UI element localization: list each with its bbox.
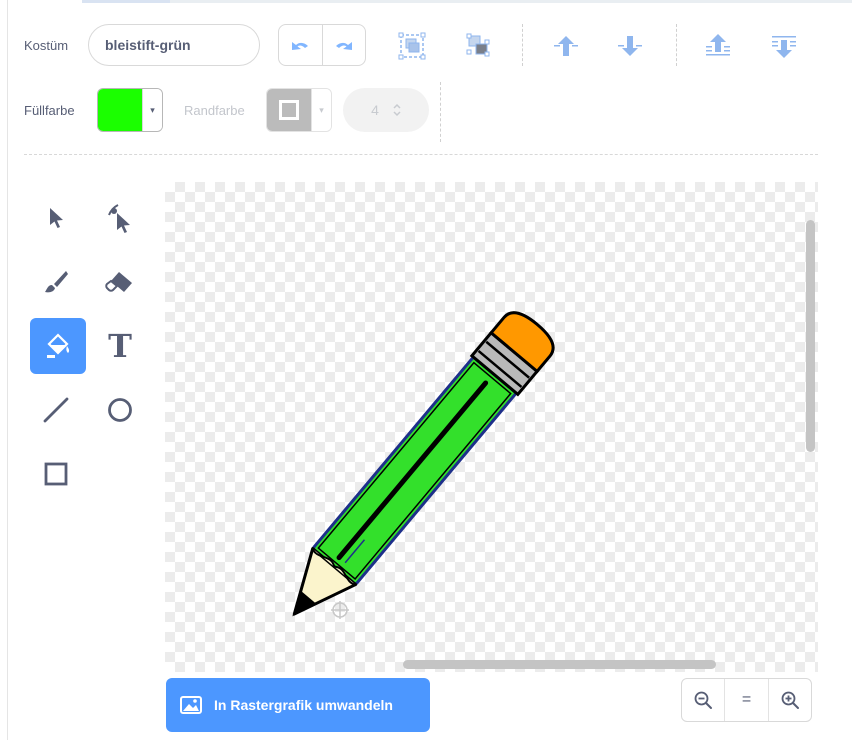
back-button[interactable] xyxy=(766,28,802,64)
front-button[interactable] xyxy=(700,28,736,64)
fill-color-picker[interactable]: ▾ xyxy=(97,88,163,132)
fill-color-swatch[interactable] xyxy=(98,89,142,131)
costume-toolbar: Kostüm bleistift-grün xyxy=(24,22,824,68)
zoom-out-button[interactable] xyxy=(682,679,724,721)
select-arrow-icon xyxy=(50,208,63,228)
zoom-in-icon xyxy=(781,691,799,709)
forward-icon xyxy=(554,36,578,56)
section-divider xyxy=(24,154,818,155)
redo-icon xyxy=(335,42,352,50)
toolbar-divider xyxy=(440,82,441,142)
eraser-tool[interactable] xyxy=(92,254,148,310)
convert-to-bitmap-button[interactable]: In Rastergrafik umwandeln xyxy=(166,678,430,732)
pencil-drawing[interactable] xyxy=(165,182,818,672)
group-button[interactable] xyxy=(394,28,430,64)
stroke-width-input[interactable]: 4 xyxy=(343,88,429,132)
undo-icon xyxy=(292,42,309,50)
fill-bucket-icon xyxy=(47,333,70,358)
undo-redo-group xyxy=(278,24,366,66)
brush-tool[interactable] xyxy=(28,254,84,310)
circle-icon xyxy=(108,398,132,422)
reshape-tool[interactable] xyxy=(92,190,148,246)
zoom-controls: = xyxy=(681,678,812,722)
outline-color-swatch[interactable] xyxy=(267,89,311,131)
rectangle-tool[interactable] xyxy=(28,446,84,502)
costume-label: Kostüm xyxy=(24,38,69,53)
ungroup-icon xyxy=(466,33,490,57)
chevron-down-icon[interactable]: ▾ xyxy=(311,89,331,131)
zoom-in-button[interactable] xyxy=(767,679,811,721)
paint-canvas[interactable] xyxy=(165,182,818,672)
horizontal-scrollbar[interactable] xyxy=(403,660,716,669)
stroke-width-value: 4 xyxy=(371,102,379,118)
backward-icon xyxy=(618,36,642,56)
chevron-down-icon[interactable]: ▾ xyxy=(142,89,162,131)
convert-to-bitmap-label: In Rastergrafik umwandeln xyxy=(214,697,393,713)
line-tool[interactable] xyxy=(28,382,84,438)
tab-strip-border xyxy=(82,0,852,3)
costume-name-input[interactable]: bleistift-grün xyxy=(88,24,260,66)
center-crosshair-icon xyxy=(331,601,349,619)
select-tool[interactable] xyxy=(28,190,84,246)
forward-button[interactable] xyxy=(548,28,584,64)
style-toolbar: Füllfarbe ▾ Randfarbe ▾ 4 xyxy=(24,88,444,134)
text-icon: T xyxy=(108,327,132,365)
active-tab-indicator xyxy=(82,0,170,3)
text-tool[interactable]: T xyxy=(92,318,148,374)
eraser-icon xyxy=(105,272,132,292)
circle-tool[interactable] xyxy=(92,382,148,438)
outline-color-picker[interactable]: ▾ xyxy=(266,88,332,132)
line-icon xyxy=(43,397,69,423)
zoom-out-icon xyxy=(694,691,713,709)
toolbar-divider xyxy=(676,24,677,66)
backward-button[interactable] xyxy=(612,28,648,64)
fill-label: Füllfarbe xyxy=(24,103,75,118)
undo-button[interactable] xyxy=(279,25,322,65)
image-icon xyxy=(180,696,202,714)
zoom-reset-button[interactable]: = xyxy=(724,679,767,721)
back-icon xyxy=(772,36,796,58)
fill-tool[interactable] xyxy=(30,318,86,374)
rectangle-icon xyxy=(44,462,68,486)
toolbar-divider xyxy=(522,24,523,66)
reshape-icon xyxy=(108,204,130,233)
left-panel-edge xyxy=(0,0,8,740)
front-icon xyxy=(706,34,730,56)
brush-icon xyxy=(45,271,68,293)
stepper-icon[interactable] xyxy=(393,103,401,117)
outline-label: Randfarbe xyxy=(184,103,245,118)
group-icon xyxy=(398,32,426,60)
ungroup-button[interactable] xyxy=(460,28,496,64)
vertical-scrollbar[interactable] xyxy=(806,220,815,452)
redo-button[interactable] xyxy=(321,25,366,65)
